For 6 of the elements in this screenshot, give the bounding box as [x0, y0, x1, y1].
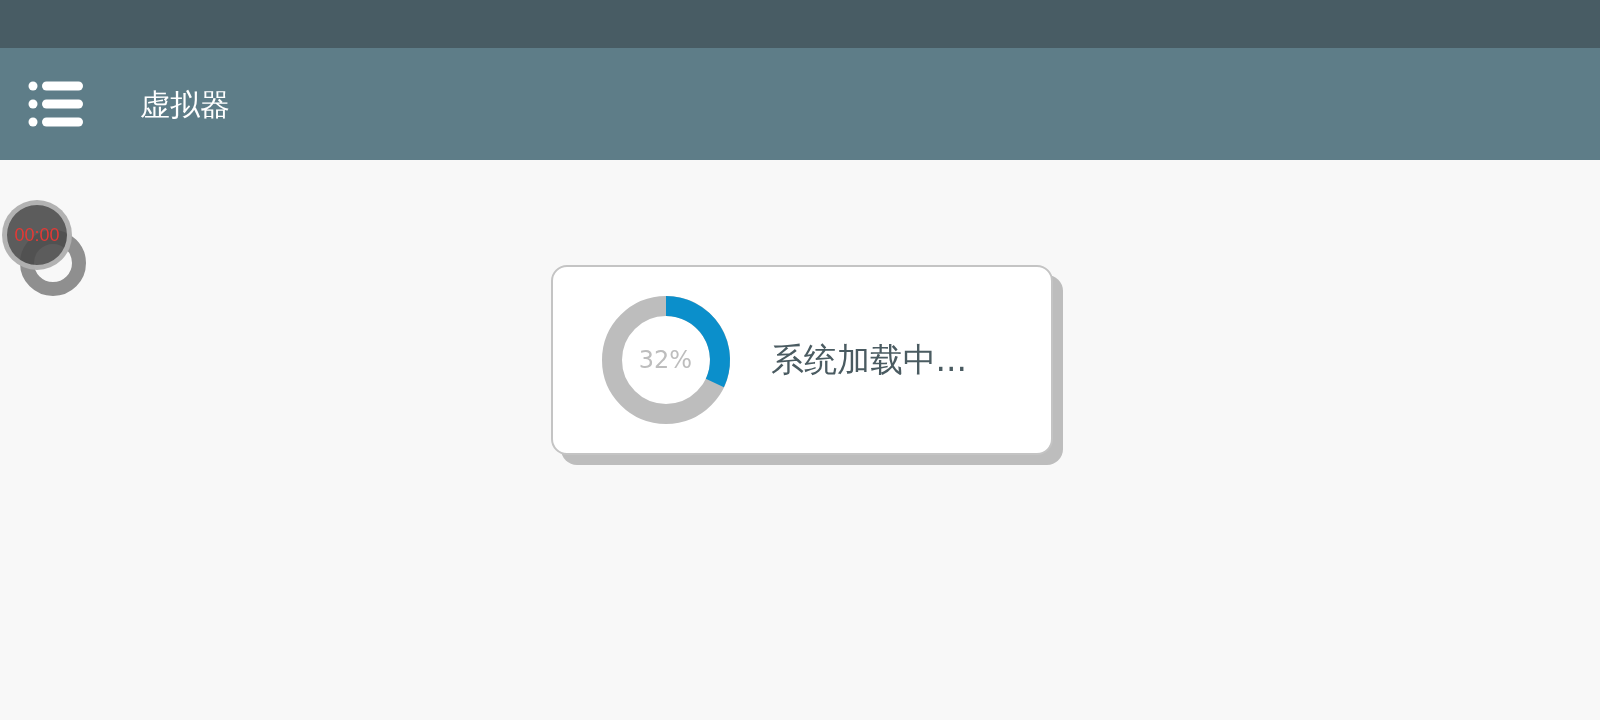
app-title: 虚拟器 [140, 85, 230, 124]
floating-timer[interactable]: 00:00 [2, 200, 72, 270]
loading-message: 系统加载中... [770, 339, 967, 382]
progress-percent: 32% [638, 345, 693, 376]
timer-text: 00:00 [14, 223, 60, 247]
menu-icon[interactable] [28, 81, 84, 127]
